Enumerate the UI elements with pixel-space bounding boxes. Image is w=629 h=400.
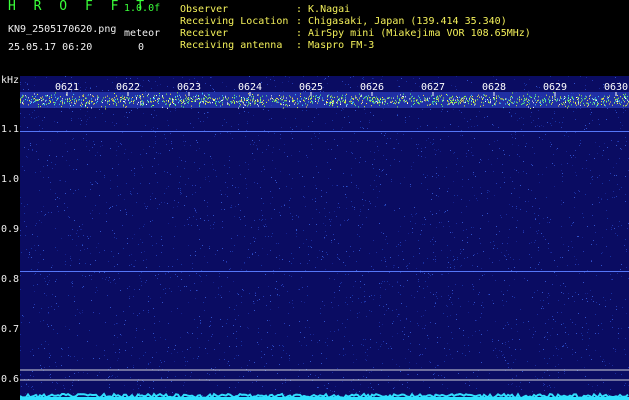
image-filename: KN9_2505170620.png bbox=[8, 24, 117, 35]
y-tick-label: 0.7 bbox=[1, 324, 20, 335]
y-axis-unit: kHz bbox=[1, 75, 20, 86]
y-tick-label: 1.1 bbox=[1, 124, 20, 135]
time-tick-label: 0626 bbox=[360, 82, 384, 93]
antenna-value: : Maspro FM-3 bbox=[296, 40, 375, 51]
time-tick-label: 0621 bbox=[55, 82, 79, 93]
observer-key: Observer bbox=[180, 4, 229, 15]
spectrogram-plot: 0621 0622 0623 0624 0625 0626 0627 0628 0629 0630 bbox=[20, 76, 629, 400]
time-tick-label: 0624 bbox=[238, 82, 262, 93]
time-tick-label: 0623 bbox=[177, 82, 201, 93]
header-panel: H R O F F T 1.0.0f KN9_2505170620.png me… bbox=[0, 0, 629, 76]
y-tick-label: 0.6 bbox=[1, 374, 20, 385]
app-version: 1.0.0f bbox=[124, 3, 161, 14]
time-tick-label: 0630 bbox=[604, 82, 628, 93]
y-tick-label: 1.0 bbox=[1, 174, 20, 185]
receiver-value: : AirSpy mini (Miakejima VOR 108.65MHz) bbox=[296, 28, 531, 39]
spectrogram-svg: 0621 0622 0623 0624 0625 0626 0627 0628 0629 0630 bbox=[20, 76, 629, 400]
noise-layer bbox=[20, 76, 629, 400]
capture-datetime: 25.05.17 06:20 bbox=[8, 42, 93, 53]
meteor-count: 0 bbox=[138, 42, 145, 53]
receiver-key: Receiver bbox=[180, 28, 229, 39]
time-tick-label: 0629 bbox=[543, 82, 567, 93]
signal-strength-strip bbox=[20, 392, 629, 400]
carrier-band bbox=[20, 92, 629, 110]
antenna-key: Receiving antenna bbox=[180, 40, 283, 51]
meteor-label: meteor bbox=[124, 28, 161, 39]
observer-value: : K.Nagai bbox=[296, 4, 351, 15]
location-value: : Chigasaki, Japan (139.414 35.340) bbox=[296, 16, 507, 27]
time-tick-label: 0622 bbox=[116, 82, 140, 93]
y-tick-label: 0.8 bbox=[1, 274, 20, 285]
location-key: Receiving Location bbox=[180, 16, 289, 27]
time-tick-label: 0627 bbox=[421, 82, 445, 93]
time-tick-label: 0625 bbox=[299, 82, 323, 93]
time-tick-label: 0628 bbox=[482, 82, 506, 93]
y-tick-label: 0.9 bbox=[1, 224, 20, 235]
